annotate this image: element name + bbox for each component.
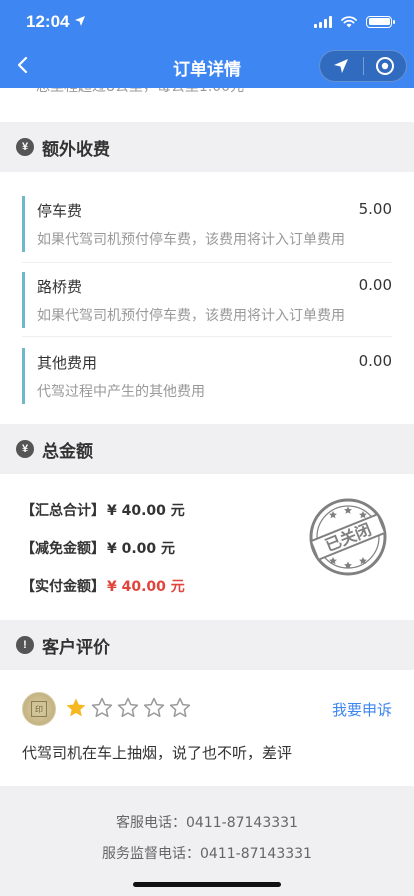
yen-icon: ¥ — [16, 138, 34, 156]
rating-stars — [64, 696, 192, 720]
fee-accent-bar — [22, 348, 25, 404]
section-title: 总金额 — [42, 441, 93, 462]
fee-desc: 如果代驾司机预付停车费，该费用将计入订单费用 — [37, 308, 345, 324]
section-title: 额外收费 — [42, 139, 110, 160]
location-arrow-icon — [74, 15, 86, 31]
total-value: ¥ 40.00 元 — [107, 579, 185, 595]
fee-amount: 5.00 — [358, 200, 392, 218]
total-header: ¥ 总金额 — [0, 424, 414, 474]
total-value: ¥ 0.00 元 — [107, 541, 176, 557]
fee-name: 路桥费 — [37, 278, 83, 296]
service-phone[interactable]: 客服电话：0411-87143331 — [0, 812, 414, 832]
fee-desc: 代驾过程中产生的其他费用 — [37, 384, 205, 400]
star-empty-icon — [143, 697, 165, 718]
supervise-phone[interactable]: 服务监督电话：0411-87143331 — [0, 843, 414, 863]
fee-accent-bar — [22, 272, 25, 328]
wifi-icon — [341, 16, 357, 28]
fee-name: 停车费 — [37, 202, 83, 220]
star-empty-icon — [117, 697, 139, 718]
divider — [22, 336, 392, 337]
status-icons — [314, 15, 395, 28]
total-label: 【减免金额】 — [21, 541, 105, 557]
discount-row: 【减免金额】 ¥ 0.00 元 — [21, 538, 175, 558]
fee-accent-bar — [22, 196, 25, 252]
home-indicator — [133, 882, 281, 887]
review-header: ! 客户评价 — [0, 620, 414, 670]
review-panel — [0, 670, 414, 786]
star-filled-icon — [66, 698, 86, 717]
star-empty-icon — [169, 697, 191, 718]
signal-icon — [314, 15, 332, 28]
avatar-seal-icon: 印 — [31, 701, 47, 717]
cut-off-text: 总里程超过8公里，每公里1.00元 — [36, 88, 244, 96]
appeal-button[interactable]: 我要申诉 — [332, 699, 392, 720]
exclamation-icon: ! — [16, 636, 34, 654]
extra-fees-header: ¥ 额外收费 — [0, 122, 414, 172]
total-label: 【实付金额】 — [21, 579, 105, 595]
close-target-icon[interactable] — [363, 51, 406, 81]
total-label: 【汇总合计】 — [21, 503, 105, 519]
section-title: 客户评价 — [42, 637, 110, 658]
total-sum-row: 【汇总合计】 ¥ 40.00 元 — [21, 500, 185, 520]
paid-row: 【实付金额】 ¥ 40.00 元 — [21, 576, 185, 596]
fee-amount: 0.00 — [358, 352, 392, 370]
stamp-text: 已关闭 — [322, 520, 374, 556]
status-time: 12:04 — [26, 12, 70, 31]
navigation-arrow-icon[interactable] — [320, 51, 363, 81]
nav-bar: 订单详情 — [0, 44, 414, 88]
closed-stamp: 已关闭 — [309, 498, 387, 576]
previous-section-tail: 总里程超过8公里，每公里1.00元 — [0, 88, 414, 122]
avatar: 印 — [22, 692, 56, 726]
fee-amount: 0.00 — [358, 276, 392, 294]
battery-icon — [366, 15, 395, 28]
status-bar: 12:04 — [0, 12, 414, 36]
fee-name: 其他费用 — [37, 354, 98, 372]
yen-icon: ¥ — [16, 440, 34, 458]
mini-program-capsule — [319, 50, 407, 82]
fee-desc: 如果代驾司机预付停车费，该费用将计入订单费用 — [37, 232, 345, 248]
extra-fees-panel: 停车费 5.00 如果代驾司机预付停车费，该费用将计入订单费用 路桥费 0.00… — [0, 172, 414, 424]
app-header: 12:04 订单详情 — [0, 0, 414, 88]
divider — [22, 262, 392, 263]
star-empty-icon — [91, 697, 113, 718]
review-comment: 代驾司机在车上抽烟，说了也不听，差评 — [22, 744, 293, 762]
total-value: ¥ 40.00 元 — [107, 503, 185, 519]
